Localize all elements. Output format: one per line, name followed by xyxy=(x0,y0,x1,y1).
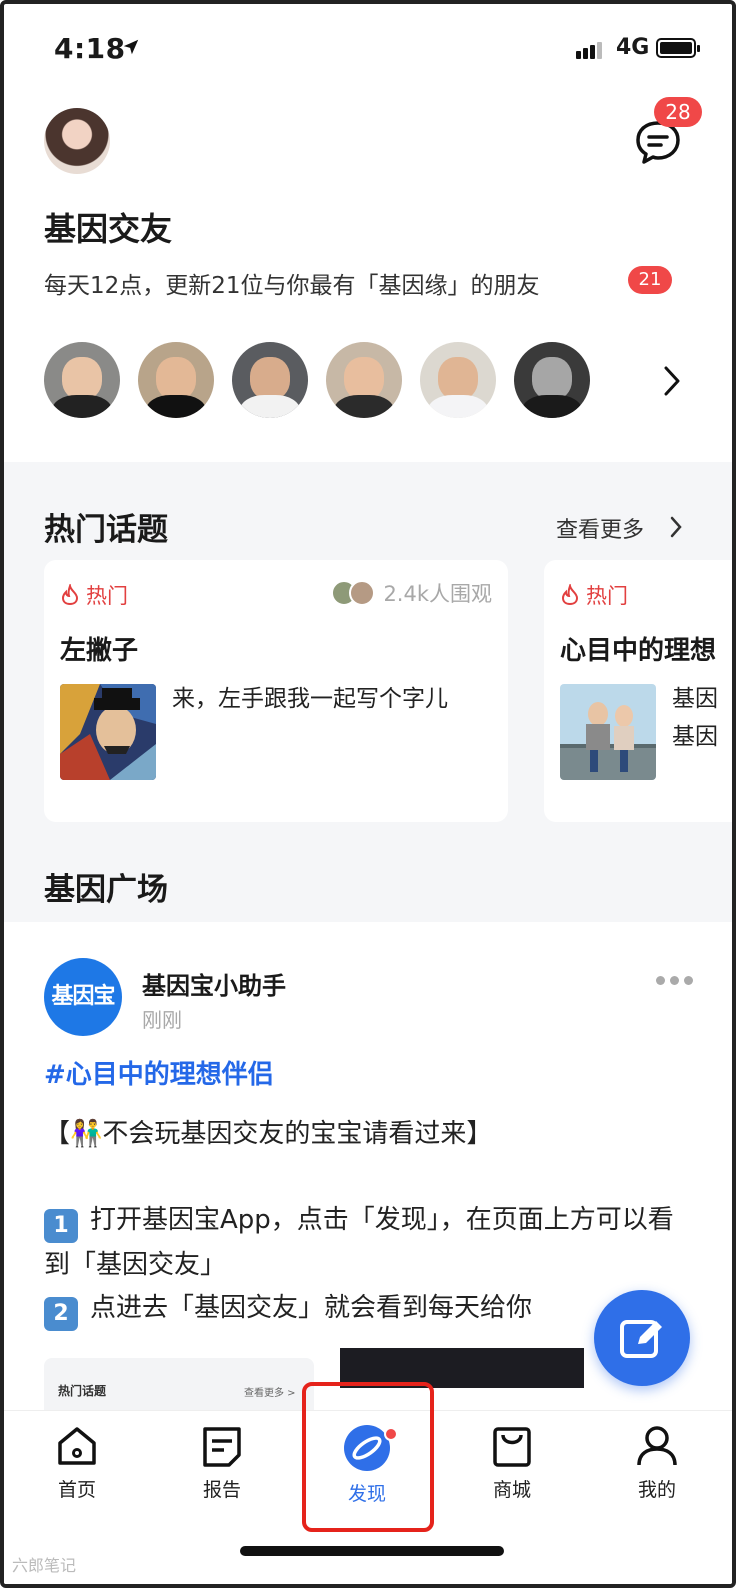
friend-avatar[interactable] xyxy=(232,342,308,418)
friends-section-subtitle: 每天12点，更新21位与你最有「基因缘」的朋友 xyxy=(44,273,540,299)
report-icon xyxy=(203,1427,241,1467)
post-time: 刚刚 xyxy=(142,1008,182,1032)
topic-thumbnail xyxy=(560,684,656,780)
message-badge: 28 xyxy=(654,97,702,127)
friend-avatar[interactable] xyxy=(326,342,402,418)
friend-avatar[interactable] xyxy=(44,342,120,418)
chevron-right-icon[interactable] xyxy=(668,515,684,539)
topic-thumbnail xyxy=(60,684,156,780)
post-hashtag[interactable]: #心目中的理想伴侣 xyxy=(44,1054,274,1091)
compose-post-button[interactable] xyxy=(594,1290,690,1386)
signal-strength-icon xyxy=(576,40,604,59)
battery-icon xyxy=(656,38,700,58)
tab-home[interactable]: 首页 xyxy=(22,1423,132,1502)
annotation-highlight-box xyxy=(302,1382,434,1532)
flame-icon xyxy=(561,584,579,606)
recommended-friends-row xyxy=(44,342,608,418)
home-icon xyxy=(58,1427,96,1465)
my-avatar[interactable] xyxy=(44,108,110,174)
status-bar: 4:18 4G xyxy=(4,4,732,96)
post-text-intro: 【👫不会玩基因交友的宝宝请看过来】 xyxy=(44,1119,493,1149)
hot-topics-title: 热门话题 xyxy=(44,512,168,548)
new-friends-badge: 21 xyxy=(628,266,672,294)
preview-more: 查看更多 > xyxy=(244,1388,296,1399)
chevron-right-icon[interactable] xyxy=(660,364,684,398)
post-step-1: 1 打开基因宝App，点击「发现」，在页面上方可以看到「基因交友」 xyxy=(44,1198,694,1287)
hot-tag-label: 热门 xyxy=(86,584,128,608)
hot-tag-label: 热门 xyxy=(586,584,628,608)
post-author-avatar[interactable]: 基因宝 xyxy=(44,958,122,1036)
post-author-name[interactable]: 基因宝小助手 xyxy=(142,966,286,1001)
preview-title: 热门话题 xyxy=(58,1384,107,1398)
watermark: 六郎笔记 xyxy=(12,1556,77,1575)
hot-tag: 热门 xyxy=(60,580,128,610)
topic-card[interactable]: 热门 心目中的理想 基因 基因 xyxy=(544,560,732,822)
preview-screenshot: 热门话题 查看更多 > xyxy=(44,1358,314,1410)
watchers-count: 2.4k人围观 xyxy=(383,582,492,606)
topic-title: 心目中的理想 xyxy=(560,636,717,666)
see-more-link[interactable]: 查看更多 xyxy=(556,512,644,544)
tab-report[interactable]: 报告 xyxy=(167,1423,277,1502)
hot-tag: 热门 xyxy=(560,580,628,610)
topic-card[interactable]: 热门 2.4k人围观 左撇子 来，左手跟我一起写个字儿 xyxy=(44,560,508,822)
tab-home-label: 首页 xyxy=(57,1479,96,1501)
friend-avatar[interactable] xyxy=(420,342,496,418)
tab-report-label: 报告 xyxy=(202,1479,241,1501)
status-time: 4:18 xyxy=(54,32,126,65)
keycap-1-icon: 1 xyxy=(44,1209,78,1243)
tab-profile-label: 我的 xyxy=(637,1479,676,1501)
network-type: 4G xyxy=(616,35,650,60)
home-indicator[interactable] xyxy=(240,1546,504,1556)
topic-description: 来，左手跟我一起写个字儿 xyxy=(172,686,448,712)
keycap-2-icon: 2 xyxy=(44,1297,78,1331)
topic-description: 基因 基因 xyxy=(672,686,718,750)
phone-screen: 4:18 4G 28 基因交友 每天12点，更新21位与你最有「基因缘」的朋友 … xyxy=(0,0,736,1588)
watchers-info: 2.4k人围观 xyxy=(331,578,492,608)
location-arrow-icon xyxy=(123,39,139,55)
friend-avatar[interactable] xyxy=(138,342,214,418)
shop-bag-icon xyxy=(493,1427,531,1467)
friends-section-title[interactable]: 基因交友 xyxy=(44,204,172,250)
flame-icon xyxy=(61,584,79,606)
tab-shop[interactable]: 商城 xyxy=(457,1423,567,1502)
tab-profile[interactable]: 我的 xyxy=(602,1423,712,1502)
watcher-avatar xyxy=(349,580,376,606)
more-options-icon[interactable] xyxy=(656,976,698,985)
profile-icon xyxy=(637,1426,677,1466)
friend-avatar[interactable] xyxy=(514,342,590,418)
edit-icon xyxy=(620,1320,662,1358)
gene-square-title: 基因广场 xyxy=(44,872,168,908)
tab-shop-label: 商城 xyxy=(492,1479,531,1501)
post-step-2-text: 点进去「基因交友」就会看到每天给你 xyxy=(90,1293,533,1323)
topic-title: 左撇子 xyxy=(60,636,139,666)
post-step-1-text: 打开基因宝App，点击「发现」，在页面上方可以看到「基因交友」 xyxy=(44,1205,674,1280)
